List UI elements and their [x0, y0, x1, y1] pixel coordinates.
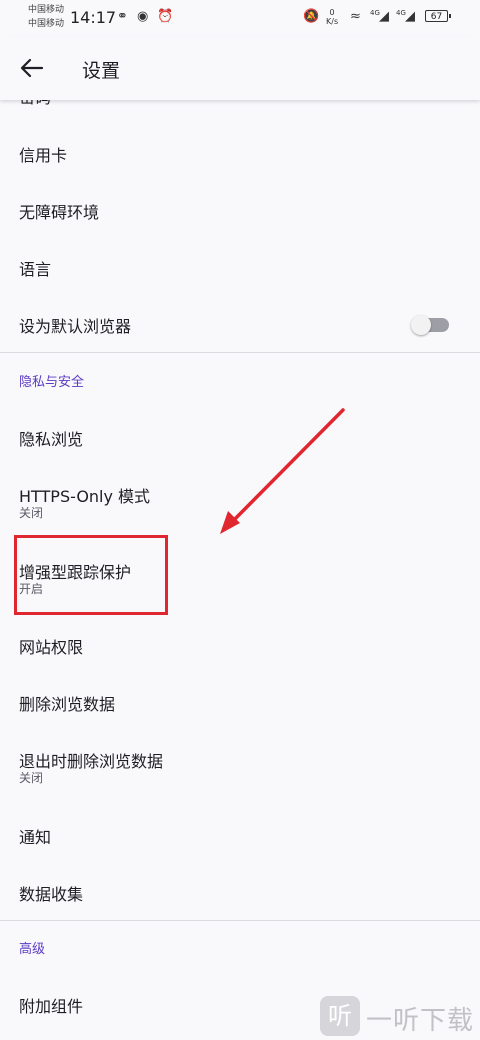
net-speed-unit: K/s [326, 17, 339, 26]
list-item-passwords-partial[interactable]: 密码 [0, 100, 480, 108]
list-item-label: 语言 [19, 260, 52, 279]
divider [0, 352, 480, 353]
divider [0, 920, 480, 921]
carrier-1: 中国移动 [28, 5, 65, 15]
list-item-notifications[interactable]: 通知 [0, 810, 480, 866]
list-item-label: 删除浏览数据 [19, 695, 116, 714]
list-item-credit-cards[interactable]: 信用卡 [0, 124, 480, 180]
clock: 14:17 [70, 8, 117, 27]
list-item-label: 信用卡 [19, 146, 68, 165]
status-bar: 中国移动 中国移动 14:17 ⚭ ◉ ⏰ 🔕 0 K/s ≈ 4G ◢ 4G … [0, 0, 480, 36]
watermark-text: 一听下载 [366, 1006, 475, 1036]
net-speed: 0 K/s [326, 8, 338, 26]
list-item-label: 网站权限 [19, 638, 84, 657]
mute-bell-icon: 🔕 [303, 9, 320, 24]
list-item-https-only[interactable]: HTTPS-Only 模式 关闭 [0, 466, 480, 524]
watermark-logo: 听 [320, 996, 360, 1036]
list-item-delete-browsing-data[interactable]: 删除浏览数据 [0, 677, 480, 733]
page-title: 设置 [82, 60, 121, 82]
list-item-label: 无障碍环境 [19, 203, 100, 222]
section-header-advanced: 高级 [19, 942, 46, 957]
carrier-2: 中国移动 [28, 19, 65, 29]
headphones-icon: ⚭ [117, 9, 128, 24]
list-item-status: 关闭 [19, 771, 44, 785]
battery-icon: 67 [425, 10, 451, 22]
list-item-label: 密码 [19, 100, 51, 108]
list-item-default-browser[interactable]: 设为默认浏览器 [0, 295, 480, 351]
list-item-private-browsing[interactable]: 隐私浏览 [0, 406, 480, 462]
arrow-left-icon[interactable] [18, 54, 46, 82]
toggle-thumb [411, 315, 431, 335]
list-item-label: 通知 [19, 828, 52, 847]
list-item-delete-on-quit[interactable]: 退出时删除浏览数据 关闭 [0, 734, 480, 800]
net-speed-value: 0 [329, 8, 335, 17]
list-item-label: 附加组件 [19, 997, 84, 1016]
alarm-icon: ⏰ [157, 9, 174, 24]
list-item-label: 数据收集 [19, 885, 84, 904]
list-item-label: 设为默认浏览器 [19, 317, 132, 336]
wifi-icon: ≈ [350, 9, 361, 24]
signal-bars-1-icon: ◢ [379, 9, 389, 24]
app-bar: 设置 [0, 36, 480, 100]
list-item-status: 关闭 [19, 506, 44, 520]
annotation-highlight-box [14, 535, 168, 615]
list-item-data-collection[interactable]: 数据收集 [0, 867, 480, 923]
list-item-label: 隐私浏览 [19, 430, 84, 449]
signal-bars-2-icon: ◢ [405, 9, 415, 24]
list-item-language[interactable]: 语言 [0, 238, 480, 294]
default-browser-toggle[interactable] [411, 315, 451, 335]
section-header-privacy: 隐私与安全 [19, 375, 85, 390]
eye-icon: ◉ [137, 9, 149, 24]
list-item-accessibility[interactable]: 无障碍环境 [0, 181, 480, 237]
list-item-site-permissions[interactable]: 网站权限 [0, 620, 480, 676]
